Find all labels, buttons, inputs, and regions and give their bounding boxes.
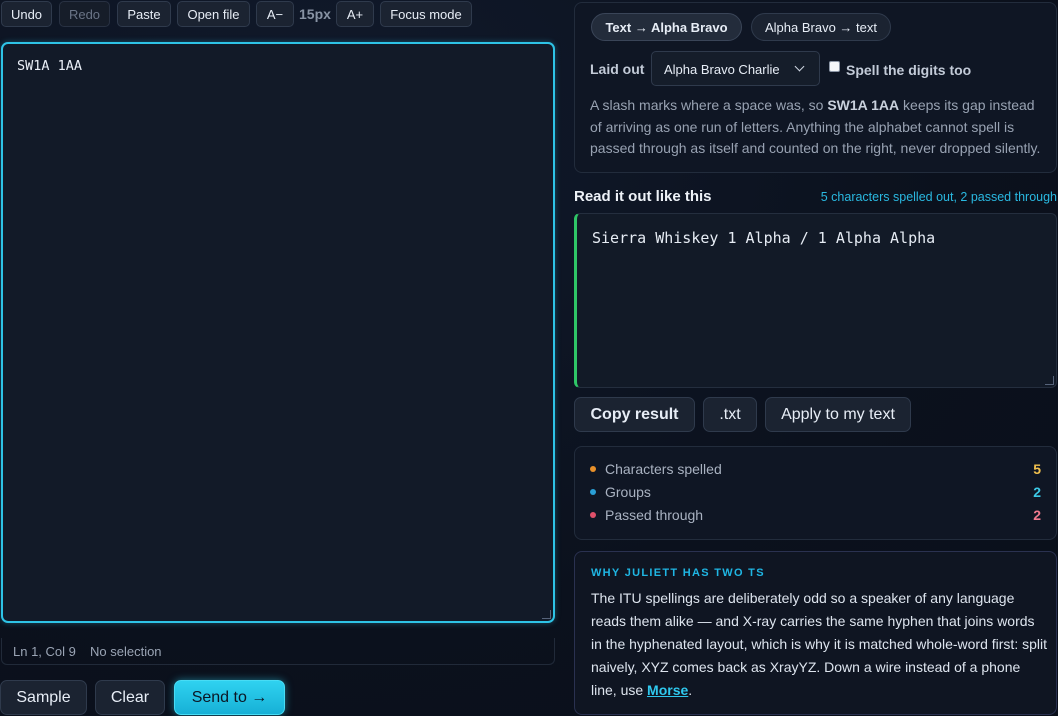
- focus-mode-button[interactable]: Focus mode: [380, 1, 472, 27]
- description-example: SW1A 1AA: [827, 97, 900, 113]
- copy-result-button[interactable]: Copy result: [574, 397, 695, 432]
- result-heading: Read it out like this: [574, 188, 712, 205]
- selection-status: No selection: [90, 644, 162, 659]
- resize-grip-icon[interactable]: [542, 610, 551, 619]
- redo-button[interactable]: Redo: [59, 1, 110, 27]
- stat-groups: Groups 2: [590, 483, 1042, 503]
- note-heading: WHY JULIETT HAS TWO TS: [591, 567, 765, 579]
- layout-selected-value: Alpha Bravo Charlie: [664, 62, 780, 77]
- why-juliett-note: WHY JULIETT HAS TWO TS The ITU spellings…: [574, 551, 1057, 715]
- cursor-position: Ln 1, Col 9: [13, 644, 76, 659]
- spell-digits-label[interactable]: Spell the digits too: [846, 62, 971, 78]
- open-file-button[interactable]: Open file: [177, 1, 250, 27]
- stat-characters-spelled: Characters spelled 5: [590, 460, 1042, 480]
- morse-link[interactable]: Morse: [647, 682, 688, 698]
- sample-button[interactable]: Sample: [0, 680, 87, 715]
- result-summary: 5 characters spelled out, 2 passed throu…: [820, 190, 1057, 204]
- spell-digits-checkbox[interactable]: [829, 61, 840, 72]
- apply-to-text-button[interactable]: Apply to my text: [765, 397, 911, 432]
- blue-dot-icon: [590, 489, 596, 495]
- download-txt-button[interactable]: .txt: [703, 397, 757, 432]
- red-dot-icon: [590, 512, 596, 518]
- editor-status-bar: Ln 1, Col 9 No selection: [1, 638, 555, 665]
- note-body: The ITU spellings are deliberately odd s…: [591, 590, 1047, 698]
- tab-alpha-bravo-to-text[interactable]: Alpha Bravo → text: [751, 13, 891, 41]
- result-output[interactable]: Sierra Whiskey 1 Alpha / 1 Alpha Alpha: [574, 213, 1057, 388]
- stat-passed-through: Passed through 2: [590, 506, 1042, 526]
- layout-select[interactable]: Alpha Bravo Charlie: [651, 51, 820, 86]
- clear-button[interactable]: Clear: [95, 680, 165, 715]
- chevron-down-icon: [794, 61, 805, 72]
- tab-text-to-alpha-bravo[interactable]: Text → Alpha Bravo: [591, 13, 742, 41]
- resize-grip-icon[interactable]: [1045, 376, 1054, 385]
- undo-button[interactable]: Undo: [1, 1, 52, 27]
- font-decrease-button[interactable]: A−: [256, 1, 294, 27]
- send-to-button[interactable]: Send to →: [174, 680, 285, 715]
- editor-content[interactable]: SW1A 1AA: [17, 58, 82, 74]
- source-text-editor[interactable]: SW1A 1AA: [1, 42, 555, 623]
- font-increase-button[interactable]: A+: [336, 1, 374, 27]
- laid-out-label: Laid out: [590, 61, 645, 77]
- result-text[interactable]: Sierra Whiskey 1 Alpha / 1 Alpha Alpha: [592, 229, 935, 247]
- orange-dot-icon: [590, 466, 596, 472]
- font-size-readout: 15px: [299, 6, 331, 22]
- mode-description: A slash marks where a space was, so SW1A…: [590, 97, 1041, 156]
- paste-button[interactable]: Paste: [117, 1, 171, 27]
